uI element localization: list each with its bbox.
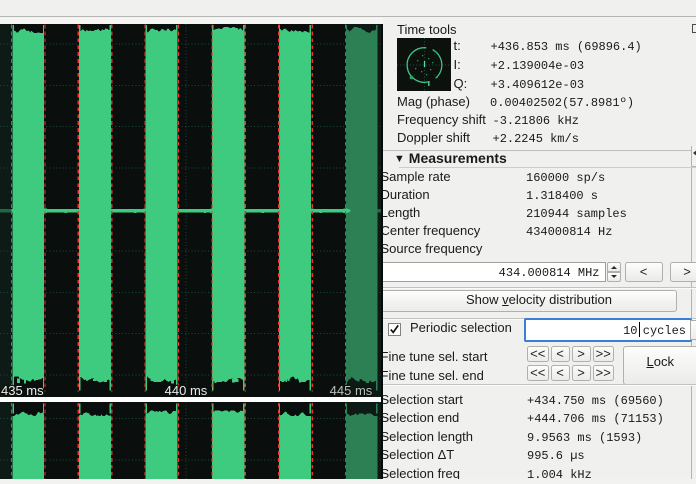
svg-text:435 ms: 435 ms — [1, 383, 44, 398]
svg-text:440 ms: 440 ms — [165, 383, 208, 398]
svg-text:445 ms: 445 ms — [330, 383, 373, 398]
